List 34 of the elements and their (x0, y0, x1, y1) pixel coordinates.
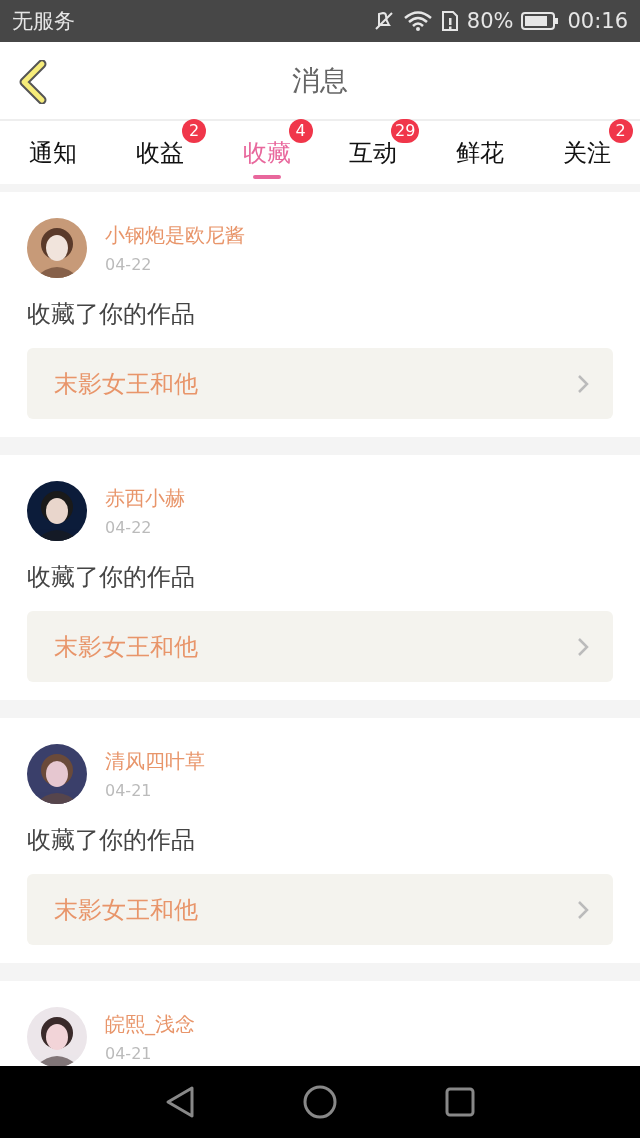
tab[interactable]: 通知 (0, 121, 107, 184)
message-date: 04-21 (105, 781, 153, 800)
work-link[interactable]: 末影女王和他 (27, 348, 613, 419)
message-text: 收藏了你的作品 (27, 299, 196, 330)
message-date: 04-21 (105, 1044, 153, 1063)
message-date: 04-22 (105, 255, 153, 274)
user-name[interactable]: 皖熙_浅念 (105, 1011, 195, 1038)
circle-icon (302, 1084, 338, 1120)
work-link[interactable]: 末影女王和他 (27, 611, 613, 682)
chevron-right-icon (577, 636, 589, 657)
user-name[interactable]: 小钢炮是欧尼酱 (105, 222, 245, 249)
tab[interactable]: 收益 2 (106, 121, 214, 184)
triangle-icon (164, 1085, 196, 1119)
tab[interactable]: 关注 2 (533, 121, 640, 184)
tab-underline (252, 174, 281, 179)
user-name[interactable]: 赤西小赫 (105, 485, 185, 512)
tab[interactable]: 收藏 4 (213, 121, 320, 184)
battery-text: 80% (466, 9, 514, 33)
message-text: 收藏了你的作品 (27, 562, 196, 593)
chevron-right-icon (577, 899, 589, 920)
page-title: 消息 (292, 62, 348, 99)
time-text: 00:16 (567, 9, 628, 33)
battery-icon (521, 11, 560, 31)
message-date: 04-22 (105, 518, 153, 537)
sim-alert-icon (440, 10, 459, 32)
user-name[interactable]: 清风四叶草 (105, 748, 205, 775)
square-icon (444, 1086, 476, 1118)
tab[interactable]: 鲜花 (426, 121, 534, 184)
message-text: 收藏了你的作品 (27, 825, 196, 856)
work-link[interactable]: 末影女王和他 (27, 874, 613, 945)
chevron-right-icon (577, 373, 589, 394)
tab[interactable]: 互动 29 (320, 121, 427, 184)
carrier-text: 无服务 (12, 8, 75, 35)
wifi-icon (402, 10, 433, 32)
